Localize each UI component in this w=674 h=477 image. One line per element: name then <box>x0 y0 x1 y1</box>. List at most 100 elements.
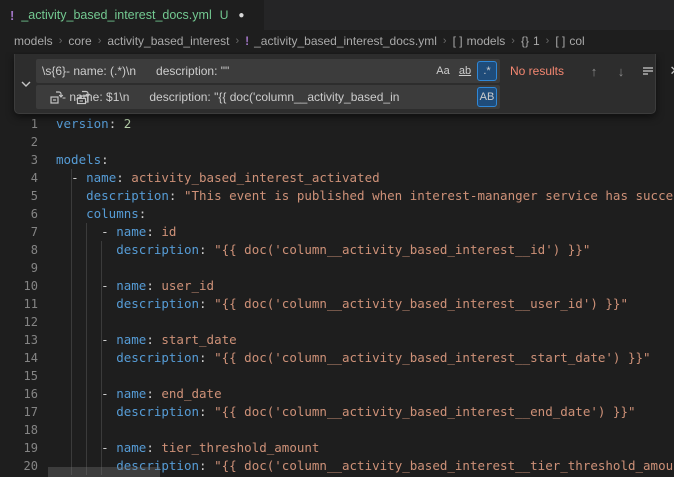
code-line[interactable]: 18 <box>0 421 674 439</box>
line-number: 15 <box>0 367 56 385</box>
code-line-text: version: 2 <box>56 115 131 133</box>
replace-all-icon[interactable] <box>73 87 93 107</box>
line-number: 2 <box>0 133 56 151</box>
code-line-text: description: "{{ doc('column__activity_b… <box>56 241 590 259</box>
code-line-text: - name: activity_based_interest_activate… <box>56 169 380 187</box>
line-number: 11 <box>0 295 56 313</box>
editor-pane[interactable]: 1version: 223models:4 - name: activity_b… <box>0 52 674 477</box>
breadcrumb-label: core <box>68 34 91 48</box>
line-number: 6 <box>0 205 56 223</box>
code-line[interactable]: 15 <box>0 367 674 385</box>
code-line[interactable]: 14 description: "{{ doc('column__activit… <box>0 349 674 367</box>
breadcrumb-label: models <box>467 34 506 48</box>
find-replace-widget: \s{6}- name: (.*)\n description: "" Aa a… <box>14 54 656 114</box>
code-line[interactable]: 6 columns: <box>0 205 674 223</box>
code-line[interactable]: 8 description: "{{ doc('column__activity… <box>0 241 674 259</box>
breadcrumb-item-activity-based-interest[interactable]: activity_based_interest <box>107 34 229 48</box>
code-area[interactable]: 1version: 223models:4 - name: activity_b… <box>0 115 674 475</box>
code-line-text: - name: tier_threshold_amount <box>56 439 319 457</box>
breadcrumb-separator-icon: › <box>546 35 550 47</box>
breadcrumb: models › core › activity_based_interest ›! _ac… <box>0 30 674 52</box>
find-in-selection-icon[interactable] <box>638 61 658 81</box>
breadcrumb-item-models[interactable]: models <box>14 34 53 48</box>
code-line[interactable]: 4 - name: activity_based_interest_activa… <box>0 169 674 187</box>
code-line-text: - name: start_date <box>56 331 237 349</box>
code-line[interactable]: 10 - name: user_id <box>0 277 674 295</box>
next-match-icon[interactable]: ↓ <box>611 61 631 81</box>
find-input-value: \s{6}- name: (.*)\n description: "" <box>36 64 500 78</box>
match-case-toggle[interactable]: Aa <box>433 61 453 81</box>
find-status-text: No results <box>510 64 564 78</box>
line-number: 8 <box>0 241 56 259</box>
code-line-text: description: "This event is published wh… <box>56 187 674 205</box>
yaml-file-icon: ! <box>245 34 249 48</box>
code-line[interactable]: 11 description: "{{ doc('column__activit… <box>0 295 674 313</box>
previous-match-icon[interactable]: ↑ <box>584 61 604 81</box>
breadcrumb-item-models[interactable]: [ ] models <box>453 34 506 48</box>
symbol-object-icon: {} <box>521 34 529 48</box>
line-number: 10 <box>0 277 56 295</box>
breadcrumb-label: 1 <box>533 34 540 48</box>
line-number: 16 <box>0 385 56 403</box>
code-line[interactable]: 17 description: "{{ doc('column__activit… <box>0 403 674 421</box>
find-input[interactable]: \s{6}- name: (.*)\n description: "" Aa a… <box>36 59 500 83</box>
symbol-array-icon: [ ] <box>555 34 565 48</box>
breadcrumb-separator-icon: › <box>235 35 239 47</box>
vscode-window: ! _activity_based_interest_docs.yml U ● … <box>0 0 674 477</box>
code-line[interactable]: 2 <box>0 133 674 151</box>
breadcrumb-item-1[interactable]: {} 1 <box>521 34 540 48</box>
breadcrumb-item-col[interactable]: [ ] col <box>555 34 584 48</box>
line-number: 7 <box>0 223 56 241</box>
toggle-replace-chevron-icon[interactable] <box>18 76 34 92</box>
yaml-file-icon: ! <box>10 8 14 23</box>
line-number: 3 <box>0 151 56 169</box>
code-line[interactable]: 9 <box>0 259 674 277</box>
line-number: 9 <box>0 259 56 277</box>
code-line-text: - name: id <box>56 223 176 241</box>
line-number: 19 <box>0 439 56 457</box>
breadcrumb-separator-icon: › <box>443 35 447 47</box>
breadcrumb-separator-icon: › <box>59 35 63 47</box>
code-line-text: - name: end_date <box>56 385 222 403</box>
line-number: 17 <box>0 403 56 421</box>
breadcrumb-label: col <box>569 34 584 48</box>
breadcrumb-separator-icon: › <box>98 35 102 47</box>
code-line-text: - name: user_id <box>56 277 214 295</box>
tab-bar: ! _activity_based_interest_docs.yml U ● <box>0 0 674 30</box>
breadcrumb-separator-icon: › <box>511 35 515 47</box>
close-find-widget-icon[interactable]: ✕ <box>665 61 674 81</box>
code-line-text: models: <box>56 151 109 169</box>
git-untracked-badge: U <box>220 8 229 22</box>
code-line[interactable]: 13 - name: start_date <box>0 331 674 349</box>
code-line[interactable]: 7 - name: id <box>0 223 674 241</box>
code-line-text: description: "{{ doc('column__activity_b… <box>56 295 628 313</box>
code-line[interactable]: 1version: 2 <box>0 115 674 133</box>
breadcrumb-item--activity-based-interest-docs-yml[interactable]: ! _activity_based_interest_docs.yml <box>245 34 437 48</box>
tab-activity-based-interest-docs[interactable]: ! _activity_based_interest_docs.yml U ● <box>0 0 264 30</box>
regex-toggle[interactable]: .* <box>477 61 497 81</box>
replace-icon[interactable] <box>46 87 66 107</box>
preserve-case-toggle[interactable]: AB <box>477 87 497 107</box>
code-line[interactable]: 3models: <box>0 151 674 169</box>
line-number: 18 <box>0 421 56 439</box>
line-number: 4 <box>0 169 56 187</box>
code-line-text: columns: <box>56 205 146 223</box>
replace-input[interactable]: - name: $1\n description: "{{ doc('colum… <box>36 85 500 109</box>
code-line[interactable]: 12 <box>0 313 674 331</box>
code-line-text: description: "{{ doc('column__activity_b… <box>56 403 636 421</box>
code-line[interactable]: 19 - name: tier_threshold_amount <box>0 439 674 457</box>
breadcrumb-label: _activity_based_interest_docs.yml <box>254 34 437 48</box>
line-number: 1 <box>0 115 56 133</box>
line-number: 5 <box>0 187 56 205</box>
unsaved-changes-icon[interactable]: ● <box>238 10 244 21</box>
breadcrumb-item-core[interactable]: core <box>68 34 91 48</box>
horizontal-scrollbar[interactable] <box>48 467 160 477</box>
whole-word-toggle[interactable]: ab <box>455 61 475 81</box>
code-line-text: description: "{{ doc('column__activity_b… <box>56 349 651 367</box>
replace-input-value: - name: $1\n description: "{{ doc('colum… <box>36 90 500 104</box>
code-line[interactable]: 5 description: "This event is published … <box>0 187 674 205</box>
code-line[interactable]: 16 - name: end_date <box>0 385 674 403</box>
line-number: 14 <box>0 349 56 367</box>
breadcrumb-label: activity_based_interest <box>107 34 229 48</box>
symbol-array-icon: [ ] <box>453 34 463 48</box>
